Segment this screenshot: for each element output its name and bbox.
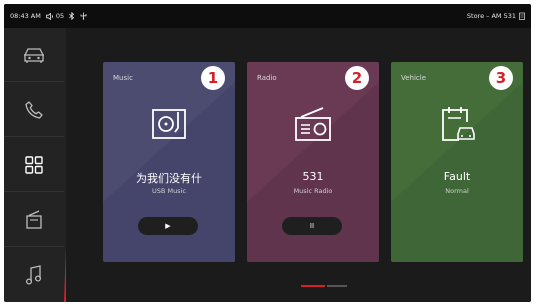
sidebar-item-radio[interactable] (4, 193, 64, 247)
sidebar-item-music[interactable] (4, 248, 64, 302)
card-background (391, 62, 523, 262)
vehicle-status-detail: Normal (445, 187, 469, 195)
track-title: 为我们没有什 (136, 172, 202, 185)
play-button[interactable]: ▶ (138, 217, 198, 235)
radio-icon (26, 209, 42, 229)
usb-icon (80, 12, 87, 20)
badge-number: 2 (345, 66, 369, 90)
music-note-icon (25, 265, 42, 285)
page-indicator[interactable] (327, 285, 347, 287)
card-label: Music (113, 74, 133, 82)
badge-number: 3 (489, 66, 513, 90)
status-bar: 08:43 AM 05 Store – AM 531 (4, 4, 531, 28)
radio-card[interactable]: Radio 2 531 Music Radio II (247, 62, 379, 262)
head-unit-screen: 08:43 AM 05 Store – AM 531 Music 1 为我们没有… (4, 4, 531, 302)
pause-button[interactable]: II (282, 217, 342, 235)
phone-icon (25, 100, 43, 119)
home-content: Music 1 为我们没有什 USB Music ▶ Radio 2 531 M… (66, 28, 531, 302)
vehicle-card[interactable]: Vehicle 3 Fault Normal (391, 62, 523, 262)
track-source: USB Music (152, 187, 186, 195)
volume-level: 05 (55, 12, 65, 20)
page-indicator-active[interactable] (301, 285, 325, 287)
audio-source: Store – AM 531 (466, 12, 516, 20)
sidebar (4, 28, 66, 302)
record-player-icon (152, 109, 186, 139)
card-label: Vehicle (401, 74, 427, 82)
sidebar-item-apps[interactable] (4, 138, 64, 192)
apps-grid-icon (25, 155, 43, 174)
bluetooth-icon (69, 12, 75, 20)
station-frequency: 531 (302, 170, 324, 183)
sidebar-item-phone[interactable] (4, 83, 64, 137)
radio-icon (295, 107, 331, 141)
vehicle-report-icon (442, 107, 475, 141)
card-label: Radio (257, 74, 277, 82)
station-name: Music Radio (293, 187, 333, 195)
badge-number: 1 (201, 66, 225, 90)
speaker-icon (45, 12, 53, 20)
radio-small-icon (519, 12, 525, 20)
car-icon (24, 47, 44, 63)
clock: 08:43 AM (10, 12, 41, 20)
music-card[interactable]: Music 1 为我们没有什 USB Music ▶ (103, 62, 235, 262)
sidebar-item-vehicle[interactable] (4, 28, 64, 82)
vehicle-status: Fault (443, 170, 471, 183)
